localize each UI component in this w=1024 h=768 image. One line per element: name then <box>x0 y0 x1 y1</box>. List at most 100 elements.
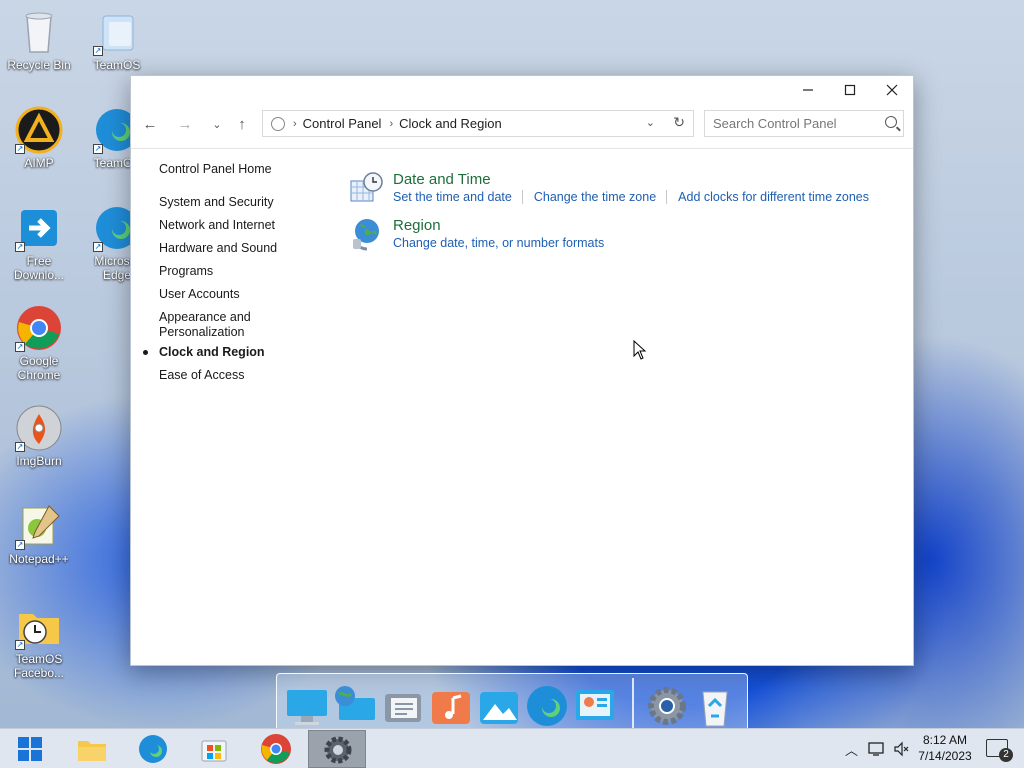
control-panel-icon <box>271 116 285 131</box>
desktop-icon-label: Free Downlo... <box>13 254 65 282</box>
desktop-icon-label: TeamOS Facebo... <box>13 652 65 680</box>
shortcut-arrow-icon: ↗ <box>93 46 103 56</box>
nav-programs[interactable]: Programs <box>159 264 213 279</box>
control-panel-window: ← → ⌄ ↑ › Control Panel › Clock and Regi… <box>130 75 914 666</box>
nav-appearance-and-personalization-line1[interactable]: Appearance and <box>159 310 251 325</box>
dock-network-icon[interactable] <box>333 684 377 728</box>
desktop-icon-teamos-facebook[interactable]: ↗ TeamOS Facebo... <box>3 602 75 680</box>
dock-pictures-icon[interactable] <box>477 684 521 728</box>
link-separator <box>521 190 523 204</box>
desktop-icon-recycle-bin[interactable]: Recycle Bin <box>3 8 75 72</box>
chrome-icon: ↗ <box>15 304 63 352</box>
search-icon[interactable] <box>885 116 897 128</box>
download-manager-icon: ↗ <box>15 204 63 252</box>
folder-icon <box>78 741 106 761</box>
nav-appearance-and-personalization-line2[interactable]: Personalization <box>159 325 244 340</box>
notification-count-badge: 2 <box>999 748 1013 762</box>
refresh-icon[interactable]: ↻ <box>673 114 685 131</box>
show-hidden-icons-button[interactable]: ︿ <box>845 729 858 768</box>
aimp-icon: ↗ <box>15 106 63 154</box>
maximize-button[interactable] <box>829 76 871 103</box>
file-explorer-button[interactable] <box>76 733 108 765</box>
title-bar[interactable] <box>131 76 913 103</box>
shortcut-arrow-icon: ↗ <box>93 242 103 252</box>
add-clocks-link[interactable]: Add clocks for different time zones <box>678 190 879 204</box>
nav-ease-of-access[interactable]: Ease of Access <box>159 368 244 383</box>
desktop-icon-teamos[interactable]: ↗ TeamOS <box>81 8 153 72</box>
dock-documents-icon[interactable] <box>381 684 425 728</box>
clock-time: 8:12 AM <box>922 733 968 747</box>
dock <box>276 673 748 735</box>
taskbar-clock[interactable]: 8:12 AM 7/14/2023 <box>912 732 978 764</box>
desktop-icon-notepad-plus-plus[interactable]: ↗ Notepad++ <box>3 502 75 566</box>
date-time-icon <box>349 171 383 205</box>
nav-clock-and-region[interactable]: Clock and Region <box>143 345 265 360</box>
dock-recycle-bin-icon[interactable] <box>693 684 737 728</box>
start-button[interactable] <box>14 733 46 765</box>
minimize-button[interactable] <box>787 76 829 103</box>
imgburn-icon: ↗ <box>15 404 63 452</box>
mouse-cursor-icon <box>633 339 647 365</box>
link-separator <box>666 190 668 204</box>
search-input[interactable]: Search Control Panel <box>704 110 904 137</box>
network-icon <box>868 742 884 756</box>
close-button[interactable] <box>871 76 913 103</box>
region-title[interactable]: Region <box>393 217 441 234</box>
up-button[interactable]: ↑ <box>228 110 256 138</box>
shortcut-arrow-icon: ↗ <box>93 144 103 154</box>
search-placeholder: Search Control Panel <box>713 116 837 131</box>
dock-desktop-icon[interactable] <box>285 684 329 728</box>
control-panel-taskbar-button[interactable] <box>308 730 366 768</box>
set-time-and-date-link[interactable]: Set the time and date <box>393 190 522 204</box>
desktop-icon-label: Recycle Bin <box>7 58 71 72</box>
date-and-time-title[interactable]: Date and Time <box>393 171 491 188</box>
chevron-up-icon: ︿ <box>845 742 859 758</box>
dock-music-icon[interactable] <box>429 684 473 728</box>
edge-icon <box>139 735 167 763</box>
desktop-icon-imgburn[interactable]: ↗ ImgBurn <box>3 404 75 468</box>
change-time-zone-link[interactable]: Change the time zone <box>534 190 666 204</box>
navigation-bar: ← → ⌄ ↑ › Control Panel › Clock and Regi… <box>131 108 913 140</box>
clock-date: 7/14/2023 <box>918 749 972 763</box>
store-taskbar-button[interactable] <box>198 733 230 765</box>
nav-control-panel-home[interactable]: Control Panel Home <box>159 162 272 177</box>
breadcrumb-separator-icon: › <box>389 117 394 130</box>
shortcut-arrow-icon: ↗ <box>15 540 25 550</box>
back-button[interactable]: ← <box>136 110 164 138</box>
change-formats-link[interactable]: Change date, time, or number formats <box>393 236 614 250</box>
desktop-icon-label: Google Chrome <box>17 354 61 382</box>
desktop-icon-google-chrome[interactable]: ↗ Google Chrome <box>3 304 75 382</box>
volume-tray-button[interactable] <box>893 729 909 768</box>
nav-network-and-internet[interactable]: Network and Internet <box>159 218 275 233</box>
dock-settings-icon[interactable] <box>645 684 689 728</box>
breadcrumb-separator-icon: › <box>293 117 297 130</box>
chrome-taskbar-button[interactable] <box>260 733 292 765</box>
desktop-icon-aimp[interactable]: ↗ AIMP <box>3 106 75 170</box>
desktop-icon-free-download[interactable]: ↗ Free Downlo... <box>3 204 75 282</box>
breadcrumb-clock-and-region[interactable]: Clock and Region <box>399 116 502 131</box>
chevron-down-icon: ⌄ <box>212 118 222 131</box>
nav-user-accounts[interactable]: User Accounts <box>159 287 240 302</box>
dock-control-panel-icon[interactable] <box>573 684 617 728</box>
forward-button[interactable]: → <box>171 110 199 138</box>
network-tray-button[interactable] <box>868 729 886 768</box>
chevron-down-icon[interactable]: ⌄ <box>646 116 655 129</box>
chrome-icon <box>261 734 291 764</box>
breadcrumb-control-panel[interactable]: Control Panel <box>303 116 382 131</box>
date-and-time-links: Set the time and date Change the time zo… <box>393 190 879 204</box>
address-bar[interactable]: › Control Panel › Clock and Region ⌄ ↻ <box>262 110 694 137</box>
edge-taskbar-button[interactable] <box>137 733 169 765</box>
arrow-right-icon: → <box>177 115 193 133</box>
dock-edge-icon[interactable] <box>525 684 569 728</box>
arrow-up-icon: ↑ <box>238 115 246 133</box>
region-links: Change date, time, or number formats <box>393 236 614 250</box>
recent-locations-button[interactable]: ⌄ <box>203 110 231 138</box>
nav-hardware-and-sound[interactable]: Hardware and Sound <box>159 241 277 256</box>
store-icon <box>201 740 227 762</box>
volume-muted-icon <box>894 741 909 757</box>
notification-center-button[interactable]: 2 <box>986 739 1013 762</box>
notepad-plus-plus-icon: ↗ <box>15 502 63 550</box>
arrow-left-icon: ← <box>142 115 158 133</box>
nav-system-and-security[interactable]: System and Security <box>159 195 274 210</box>
desktop-icon-label: ImgBurn <box>16 454 62 468</box>
